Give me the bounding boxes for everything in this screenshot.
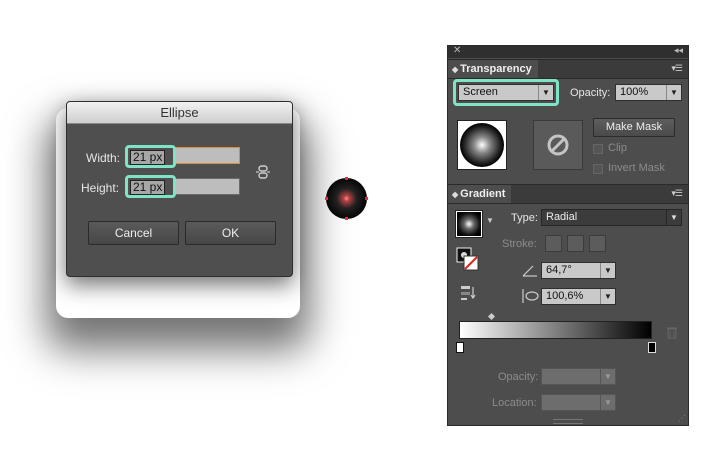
opacity-label: Opacity:: [570, 87, 611, 99]
panel-top-bar: ✕ ◂◂: [448, 45, 688, 58]
width-highlight: 21 px: [125, 145, 176, 168]
aspect-ratio-dropdown[interactable]: 100,6% ▼: [541, 288, 616, 305]
reverse-gradient-icon[interactable]: [460, 284, 478, 302]
clip-checkbox[interactable]: [593, 144, 603, 154]
chevron-down-icon: ▼: [600, 263, 615, 278]
collapse-icon[interactable]: ◂◂: [674, 45, 683, 56]
constrain-proportions-icon[interactable]: [254, 163, 272, 181]
expand-icon: ◆: [452, 190, 459, 199]
trash-icon[interactable]: [666, 326, 678, 339]
close-icon[interactable]: ✕: [453, 45, 461, 56]
tab-gradient[interactable]: ◆ Gradient: [448, 185, 512, 203]
no-mask-icon: [547, 134, 569, 156]
angle-dropdown[interactable]: 64,7° ▼: [541, 262, 616, 279]
invert-mask-label: Invert Mask: [608, 162, 665, 174]
chevron-down-icon: ▼: [600, 369, 615, 384]
stop-location-label: Location:: [492, 397, 537, 409]
anchor-point-bottom[interactable]: [345, 217, 348, 220]
gradient-swatch-preview: [457, 212, 481, 236]
width-field-bg[interactable]: [173, 147, 240, 164]
expand-icon: ◆: [452, 65, 459, 74]
height-input[interactable]: 21 px: [130, 180, 166, 195]
transparency-tabbar: ◆ Transparency ▾☰: [448, 59, 688, 79]
invert-mask-checkbox[interactable]: [593, 164, 603, 174]
tab-transparency[interactable]: ◆ Transparency: [448, 60, 538, 78]
aspect-ratio-icon: [522, 289, 539, 303]
stop-opacity-dropdown[interactable]: ▼: [541, 368, 616, 385]
panel-menu-icon[interactable]: ▾☰: [671, 63, 683, 74]
chevron-down-icon: ▼: [600, 395, 615, 410]
opacity-dropdown[interactable]: 100% ▼: [615, 84, 682, 101]
ok-button[interactable]: OK: [185, 221, 276, 245]
make-mask-button[interactable]: Make Mask: [593, 118, 675, 137]
fill-stroke-icon[interactable]: [456, 247, 480, 273]
anchor-point-left[interactable]: [325, 197, 328, 200]
type-label: Type:: [511, 212, 538, 224]
height-highlight: 21 px: [125, 175, 176, 198]
chevron-down-icon: ▼: [600, 289, 615, 304]
stop-location-dropdown[interactable]: ▼: [541, 394, 616, 411]
properties-panel: ✕ ◂◂ ◆ Transparency ▾☰ Screen ▼ Opacity: 1…: [447, 45, 689, 426]
gradient-tabbar: ◆ Gradient ▾☰: [448, 184, 688, 204]
stroke-across-button[interactable]: [589, 235, 606, 252]
chevron-down-icon: ▼: [666, 85, 681, 100]
cancel-button[interactable]: Cancel: [88, 221, 179, 245]
stroke-label: Stroke:: [502, 238, 537, 250]
anchor-point-top[interactable]: [345, 177, 348, 180]
height-label: Height:: [81, 181, 120, 195]
swatch-dropdown-icon[interactable]: ▼: [486, 216, 494, 225]
width-label: Width:: [86, 151, 121, 165]
gradient-stop-white[interactable]: [456, 342, 464, 353]
thumbnail-ellipse: [460, 123, 504, 167]
stroke-within-button[interactable]: [545, 235, 562, 252]
midpoint-diamond[interactable]: [487, 312, 496, 321]
dialog-title: Ellipse: [67, 102, 292, 124]
panel-menu-icon[interactable]: ▾☰: [671, 188, 683, 199]
object-thumbnail[interactable]: [457, 120, 507, 170]
panel-resize-grip[interactable]: [553, 419, 583, 424]
ellipse-dialog: Ellipse Width: 21 px Height: 21 px Cance…: [66, 101, 293, 277]
gradient-slider[interactable]: [459, 321, 652, 339]
height-field-bg[interactable]: [173, 178, 240, 195]
gradient-stop-black[interactable]: [648, 342, 656, 353]
width-input[interactable]: 21 px: [130, 150, 166, 165]
stop-opacity-label: Opacity:: [498, 371, 539, 383]
ellipse-shape[interactable]: [326, 178, 367, 219]
chevron-down-icon: ▼: [666, 210, 681, 225]
blend-mode-highlight: [453, 79, 559, 106]
clip-label: Clip: [608, 142, 627, 154]
angle-icon: [522, 265, 537, 277]
stroke-along-button[interactable]: [567, 235, 584, 252]
anchor-point-right[interactable]: [365, 197, 368, 200]
gradient-swatch[interactable]: [455, 210, 483, 238]
resize-corner-icon[interactable]: ⋰: [678, 414, 686, 423]
mask-thumbnail[interactable]: [533, 120, 583, 170]
gradient-type-dropdown[interactable]: Radial ▼: [541, 209, 682, 226]
